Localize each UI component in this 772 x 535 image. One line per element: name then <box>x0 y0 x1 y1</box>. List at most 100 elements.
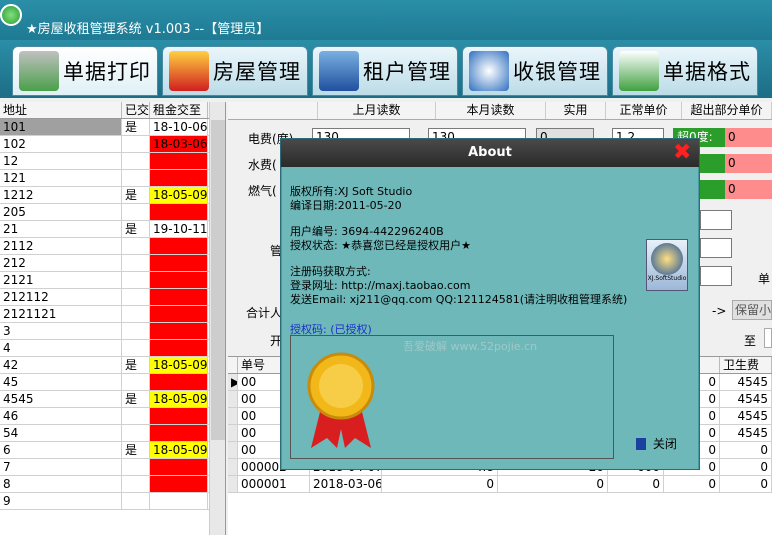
address-cell[interactable]: 2121121 <box>0 306 122 322</box>
table-row[interactable]: 121 <box>0 170 225 187</box>
address-cell[interactable]: 7 <box>0 459 122 475</box>
table-row[interactable]: 6 是 18-05-09 <box>0 442 225 459</box>
field-input[interactable] <box>700 210 732 230</box>
address-cell[interactable]: 54 <box>0 425 122 441</box>
rent-until-cell[interactable]: 18-05-09 <box>150 357 208 373</box>
tab-house-management[interactable]: 房屋管理 <box>162 46 308 96</box>
field-input[interactable] <box>700 238 732 258</box>
receipt-cell-a[interactable]: 0 <box>382 476 498 492</box>
scroll-thumb[interactable] <box>211 120 225 440</box>
address-cell[interactable]: 21 <box>0 221 122 237</box>
tab-cashier-management[interactable]: 收银管理 <box>462 46 608 96</box>
paid-cell[interactable] <box>122 289 150 305</box>
address-cell[interactable]: 42 <box>0 357 122 373</box>
receipt-cell-d[interactable]: 0 <box>664 476 720 492</box>
address-cell[interactable]: 46 <box>0 408 122 424</box>
receipt-cell-e[interactable]: 4545 <box>720 425 772 441</box>
col-paid[interactable]: 已交 <box>122 102 150 118</box>
table-row[interactable]: 4 <box>0 340 225 357</box>
address-cell[interactable]: 212112 <box>0 289 122 305</box>
receipt-cell-no[interactable]: 000001 <box>238 476 310 492</box>
rent-until-cell[interactable]: 18-03-06 <box>150 136 208 152</box>
paid-cell[interactable] <box>122 459 150 475</box>
table-row[interactable]: 4545 是 18-05-09 <box>0 391 225 408</box>
rent-until-cell[interactable]: 18-10-06 <box>150 119 208 135</box>
table-row[interactable]: 102 18-03-06 <box>0 136 225 153</box>
table-row[interactable]: 000001 2018-03-06 0 0 0 0 0 <box>228 476 772 493</box>
paid-cell[interactable]: 是 <box>122 187 150 203</box>
receipt-cell-c[interactable]: 0 <box>608 476 664 492</box>
paid-cell[interactable] <box>122 425 150 441</box>
rent-until-cell[interactable] <box>150 170 208 186</box>
address-cell[interactable]: 2112 <box>0 238 122 254</box>
receipt-cell-e[interactable]: 4545 <box>720 391 772 407</box>
paid-cell[interactable] <box>122 374 150 390</box>
address-cell[interactable]: 1212 <box>0 187 122 203</box>
address-cell[interactable]: 12 <box>0 153 122 169</box>
address-cell[interactable]: 9 <box>0 493 122 509</box>
address-cell[interactable]: 2121 <box>0 272 122 288</box>
table-row[interactable]: 212 <box>0 255 225 272</box>
rent-until-cell[interactable] <box>150 493 208 509</box>
table-row[interactable]: 2121 <box>0 272 225 289</box>
receipt-cell-e[interactable]: 0 <box>720 442 772 458</box>
tab-receipt-format[interactable]: 单据格式 <box>612 46 758 96</box>
table-row[interactable]: 3 <box>0 323 225 340</box>
address-cell[interactable]: 45 <box>0 374 122 390</box>
rent-until-cell[interactable] <box>150 408 208 424</box>
address-cell[interactable]: 205 <box>0 204 122 220</box>
address-cell[interactable]: 4545 <box>0 391 122 407</box>
col-sanitation-fee[interactable]: 卫生费 <box>720 357 772 373</box>
receipt-cell-date[interactable]: 2018-03-06 <box>310 476 382 492</box>
rent-until-cell[interactable]: 19-10-11 <box>150 221 208 237</box>
table-row[interactable]: 2112 <box>0 238 225 255</box>
table-row[interactable]: 2121121 <box>0 306 225 323</box>
table-row[interactable]: 205 <box>0 204 225 221</box>
receipt-cell-e[interactable]: 4545 <box>720 374 772 390</box>
rent-until-cell[interactable] <box>150 289 208 305</box>
rent-until-cell[interactable] <box>150 425 208 441</box>
table-row[interactable]: 45 <box>0 374 225 391</box>
table-row[interactable]: 9 <box>0 493 225 510</box>
address-cell[interactable]: 212 <box>0 255 122 271</box>
table-row[interactable]: 7 <box>0 459 225 476</box>
rent-until-cell[interactable] <box>150 374 208 390</box>
paid-cell[interactable]: 是 <box>122 391 150 407</box>
tab-receipt-print[interactable]: 单据打印 <box>12 46 158 96</box>
receipt-cell-e[interactable]: 4545 <box>720 408 772 424</box>
receipt-cell-b[interactable]: 0 <box>498 476 608 492</box>
receipt-cell-e[interactable]: 0 <box>720 476 772 492</box>
close-button[interactable]: 关闭 <box>636 435 677 452</box>
address-cell[interactable]: 102 <box>0 136 122 152</box>
paid-cell[interactable] <box>122 170 150 186</box>
keep-decimal-button[interactable]: 保留小 <box>732 300 772 320</box>
address-cell[interactable]: 6 <box>0 442 122 458</box>
paid-cell[interactable] <box>122 340 150 356</box>
paid-cell[interactable] <box>122 204 150 220</box>
rent-until-cell[interactable] <box>150 323 208 339</box>
paid-cell[interactable]: 是 <box>122 119 150 135</box>
paid-cell[interactable] <box>122 136 150 152</box>
table-row[interactable]: 101 是 18-10-06 <box>0 119 225 136</box>
address-cell[interactable]: 3 <box>0 323 122 339</box>
tab-tenant-management[interactable]: 租户管理 <box>312 46 458 96</box>
paid-cell[interactable] <box>122 272 150 288</box>
paid-cell[interactable] <box>122 153 150 169</box>
table-row[interactable]: 21 是 19-10-11 <box>0 221 225 238</box>
rent-until-cell[interactable] <box>150 476 208 492</box>
table-row[interactable]: 42 是 18-05-09 <box>0 357 225 374</box>
table-row[interactable]: 46 <box>0 408 225 425</box>
paid-cell[interactable] <box>122 493 150 509</box>
rent-until-cell[interactable] <box>150 306 208 322</box>
over-price-input[interactable]: 0 <box>725 154 772 173</box>
address-cell[interactable]: 101 <box>0 119 122 135</box>
over-price-input[interactable]: 0 <box>725 128 772 147</box>
address-cell[interactable]: 4 <box>0 340 122 356</box>
rent-until-cell[interactable]: 18-05-09 <box>150 442 208 458</box>
paid-cell[interactable]: 是 <box>122 221 150 237</box>
close-icon[interactable]: ✖ <box>673 142 693 164</box>
address-cell[interactable]: 121 <box>0 170 122 186</box>
paid-cell[interactable]: 是 <box>122 357 150 373</box>
paid-cell[interactable] <box>122 238 150 254</box>
receipt-cell-e[interactable]: 0 <box>720 459 772 475</box>
